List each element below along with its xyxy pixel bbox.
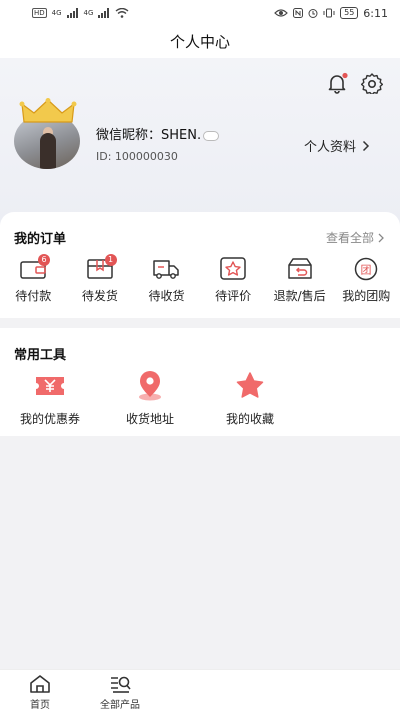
order-status-row: 6 待付款 1 待发货 待收货 待评价 退款/售后 团 我的团购 — [0, 254, 400, 304]
nickname-emoji — [203, 130, 220, 141]
alarm-icon — [308, 9, 318, 18]
crown-icon — [19, 98, 77, 123]
view-all-orders-link[interactable]: 查看全部 — [326, 229, 384, 246]
tool-item-label: 收货地址 — [125, 412, 174, 426]
wifi-icon — [115, 8, 129, 18]
tool-coupons[interactable]: 我的优惠券 — [0, 370, 100, 427]
page-title: 个人中心 — [169, 33, 230, 51]
nav-bar: 个人中心 — [0, 26, 400, 58]
badge-count: 6 — [38, 254, 50, 266]
bottom-tab-bar: 首页 全部产品 — [0, 669, 400, 711]
battery-indicator: 55 — [340, 7, 359, 19]
orders-card: 我的订单 查看全部 6 待付款 1 待发货 待收货 待评价 退款/售后 团 我的… — [0, 212, 400, 318]
svg-text:团: 团 — [361, 264, 372, 277]
order-item-label: 待付款 — [15, 289, 52, 303]
chevron-right-icon — [378, 233, 384, 242]
star-icon — [220, 257, 246, 280]
order-item-label: 待评价 — [215, 289, 252, 303]
order-item-label: 待发货 — [81, 289, 118, 303]
order-item-label: 退款/售后 — [273, 289, 326, 303]
order-group-buy[interactable]: 团 我的团购 — [333, 256, 400, 304]
status-bar: HD 4G 4G 55 6:11 — [0, 0, 400, 26]
nfc-icon — [293, 8, 304, 18]
badge-count: 1 — [104, 254, 117, 266]
favorite-star-icon — [236, 372, 264, 398]
tool-addresses[interactable]: 收货地址 — [100, 370, 200, 427]
signal-icon — [98, 8, 110, 18]
tool-item-label: 我的收藏 — [225, 412, 274, 426]
tab-label: 首页 — [30, 700, 50, 711]
order-pending-payment[interactable]: 6 待付款 — [0, 254, 67, 304]
tab-home[interactable]: 首页 — [0, 670, 80, 711]
clock: 6:11 — [363, 6, 388, 20]
home-icon — [30, 675, 50, 693]
order-item-label: 待收货 — [148, 289, 185, 303]
coupon-icon — [36, 377, 64, 395]
notification-bell-icon[interactable] — [326, 72, 348, 94]
tool-favorites[interactable]: 我的收藏 — [200, 370, 300, 427]
signal-icon — [66, 8, 78, 18]
order-pending-shipment[interactable]: 1 待发货 — [67, 254, 134, 304]
user-id: ID: 100000030 — [96, 150, 178, 163]
tab-label: 全部产品 — [100, 700, 140, 711]
order-item-label: 我的团购 — [342, 289, 391, 303]
product-list-icon — [111, 676, 131, 693]
hd-tag: HD — [32, 8, 47, 18]
nickname-row: 微信昵称：SHEN. — [96, 124, 220, 143]
order-pending-review[interactable]: 待评价 — [200, 256, 267, 304]
settings-gear-icon[interactable] — [361, 72, 383, 94]
eye-icon — [274, 9, 288, 17]
profile-header: 微信昵称：SHEN. ID: 100000030 个人资料 — [0, 58, 400, 230]
status-bar-right: 55 6:11 — [274, 7, 388, 20]
profile-info-link[interactable]: 个人资料 — [304, 136, 370, 155]
group-buy-icon: 团 — [355, 257, 378, 281]
avatar-person — [40, 133, 56, 169]
view-all-label: 查看全部 — [325, 231, 374, 245]
order-refund-aftersale[interactable]: 退款/售后 — [266, 256, 333, 304]
orders-title: 我的订单 — [14, 232, 67, 247]
tools-title: 常用工具 — [14, 348, 67, 363]
tools-row: 我的优惠券 收货地址 我的收藏 — [0, 370, 300, 427]
location-icon — [139, 371, 161, 401]
status-bar-left: HD 4G 4G — [32, 8, 129, 18]
chevron-right-icon — [362, 140, 370, 151]
refund-icon — [287, 258, 312, 279]
nickname: 微信昵称：SHEN. — [96, 128, 202, 143]
signal-label: 4G — [51, 9, 62, 17]
vibrate-icon — [323, 8, 335, 18]
tools-card: 常用工具 我的优惠券 收货地址 我的收藏 — [0, 328, 400, 436]
truck-icon — [153, 260, 180, 279]
tool-item-label: 我的优惠券 — [19, 412, 80, 426]
tab-all-products[interactable]: 全部产品 — [80, 670, 160, 711]
profile-info-label: 个人资料 — [304, 140, 357, 155]
signal-label: 4G — [83, 9, 94, 17]
order-pending-receipt[interactable]: 待收货 — [133, 256, 200, 304]
